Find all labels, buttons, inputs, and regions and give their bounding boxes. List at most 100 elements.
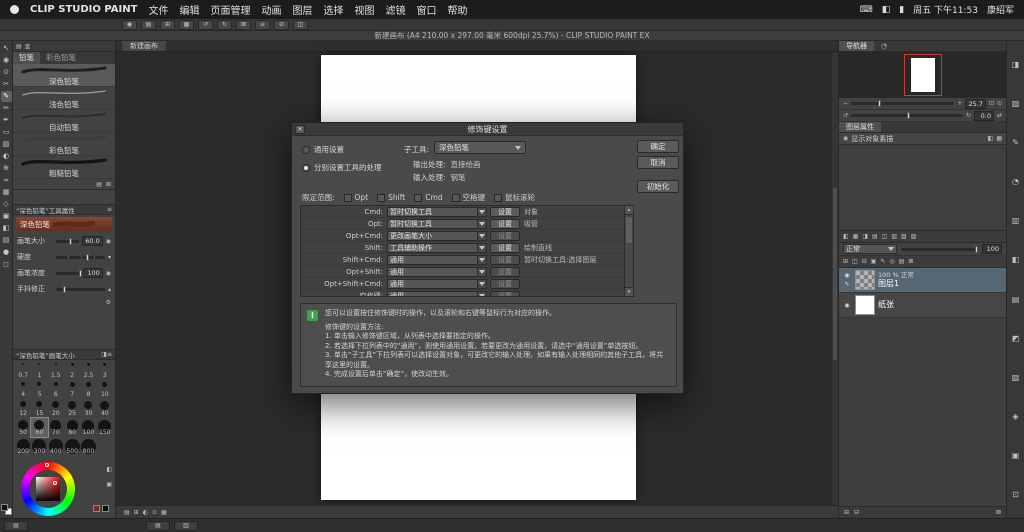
wrench-icon[interactable]: ⚙ (106, 298, 111, 307)
menu-select[interactable]: 选择 (323, 2, 343, 17)
layer-lock-icon[interactable]: ▥ (891, 232, 897, 241)
scope-cmd[interactable]: Cmd (414, 193, 442, 202)
action-select[interactable]: 通用 (387, 267, 487, 277)
timeline-tab-icon[interactable]: ▤ (146, 521, 170, 531)
pen-tool-icon[interactable]: ✏ (1, 103, 12, 114)
correct-line-tool-icon[interactable]: ◻ (1, 259, 12, 270)
navigator-zoom-slider[interactable] (851, 102, 954, 105)
new-layer-icon[interactable]: ⊞ (843, 257, 848, 266)
tab-pencil[interactable]: 铅笔 (13, 52, 40, 64)
menu-page[interactable]: 页面管理 (210, 2, 250, 17)
zoom-tool-icon[interactable]: ⊙ (1, 67, 12, 78)
blend-tool-icon[interactable]: ⊕ (1, 163, 12, 174)
brush-size-item[interactable]: 400 (48, 437, 64, 456)
rotate-left-icon[interactable]: ↺ (843, 111, 848, 120)
display-icon[interactable]: ◧ (882, 5, 891, 15)
open-icon[interactable]: ⊞ (160, 20, 175, 30)
scope-opt[interactable]: Opt (344, 193, 369, 202)
tab-subview-icon[interactable]: ◔ (874, 41, 894, 51)
opacity-slider[interactable] (901, 248, 978, 251)
fill-tool-icon[interactable]: ▦ (1, 187, 12, 198)
brush-size-item-selected[interactable]: 60 (31, 418, 47, 437)
fit-to-window-icon[interactable]: ⊡ (989, 99, 994, 108)
zoom-in-icon[interactable]: + (957, 99, 962, 108)
menu-edit[interactable]: 编辑 (179, 2, 199, 17)
brush-size-item[interactable]: 30 (80, 399, 96, 418)
brush-size-item[interactable]: 5 (31, 380, 47, 399)
action-select[interactable]: 通用 (387, 291, 487, 298)
layer-thumbnail[interactable] (855, 270, 875, 290)
edit-layer-icon[interactable]: ✎ (880, 257, 885, 266)
visibility-icon[interactable]: ◉ (844, 302, 849, 309)
dock-swatch-icon[interactable]: ▥ (1012, 216, 1020, 225)
tab-layer-property[interactable]: 图层属性 (839, 122, 881, 132)
action-select[interactable]: 暂时切换工具 (387, 207, 487, 217)
dock-layer-icon[interactable]: ◩ (1012, 334, 1020, 343)
flip-horizontal-icon[interactable]: ⇄ (997, 111, 1002, 120)
dock-timeline-icon[interactable]: ⊡ (1012, 490, 1019, 499)
navigator-zoom-value[interactable]: 25.7 (965, 99, 985, 109)
brush-size-item[interactable]: 70 (48, 418, 64, 437)
sv-cursor[interactable] (53, 481, 57, 485)
reset-button[interactable]: 初始化 (637, 180, 679, 193)
close-icon[interactable]: × (295, 125, 305, 134)
subtool-item-rough-pencil[interactable]: 粗糙铅笔 (13, 156, 115, 179)
ruler-layer-icon[interactable]: ▤ (899, 257, 905, 266)
gradient-tool-icon[interactable]: ◇ (1, 199, 12, 210)
panel-menu-icon[interactable]: ≡ (107, 205, 112, 214)
current-color-swatch[interactable] (93, 505, 100, 512)
brush-size-item[interactable]: 1.5 (48, 361, 64, 380)
brush-size-item[interactable]: 50 (15, 418, 31, 437)
layer-row-layer1[interactable]: ◉ ✎ 100 % 正常 图层1 (839, 268, 1006, 293)
layer-ref-icon[interactable]: ▤ (872, 232, 878, 241)
dialog-title-bar[interactable]: × 修饰键设置 (292, 123, 683, 136)
menu-layer[interactable]: 图层 (292, 2, 312, 17)
ok-button[interactable]: 确定 (637, 140, 679, 153)
brush-size-value[interactable]: 60.0 (82, 236, 102, 246)
dynamics-icon[interactable]: ◉ (106, 269, 111, 278)
density-value[interactable]: 100 (83, 268, 103, 278)
scroll-down-icon[interactable]: ▾ (625, 287, 633, 296)
subtool-select[interactable]: 深色铅笔 (434, 141, 526, 154)
hue-ring[interactable] (21, 462, 75, 516)
app-menu-title[interactable]: CLIP STUDIO PAINT (30, 4, 137, 15)
move-tool-icon[interactable]: ↖ (1, 43, 12, 54)
selection-tool-icon[interactable]: ✂ (1, 79, 12, 90)
tab-colored-pencil[interactable]: 彩色铅笔 (40, 52, 82, 64)
dynamics-icon[interactable]: ◉ (106, 237, 111, 246)
brush-size-item[interactable]: 12 (15, 399, 31, 418)
text-tool-icon[interactable]: ● (1, 247, 12, 258)
brush-size-item[interactable]: 150 (97, 418, 113, 437)
effect-eye-icon[interactable]: ◉ (843, 134, 848, 143)
frame-tool-icon[interactable]: ◧ (1, 223, 12, 234)
menu-animation[interactable]: 动画 (261, 2, 281, 17)
menubar-clock[interactable]: 周五 下午11:53 (913, 3, 978, 16)
dock-navigator-icon[interactable]: ◨ (1012, 60, 1020, 69)
brush-tool-icon[interactable]: ✒ (1, 115, 12, 126)
operation-tool-icon[interactable]: ◉ (1, 55, 12, 66)
sub-color-swatch[interactable] (102, 505, 109, 512)
info-tab-icon[interactable]: ▥ (174, 521, 198, 531)
footer-fold-icon[interactable]: ⊟ (854, 508, 859, 517)
menu-help[interactable]: 帮助 (447, 2, 467, 17)
status-select-icon[interactable]: ▤ (124, 508, 130, 517)
delete-layer-icon[interactable]: ⊠ (908, 257, 913, 266)
density-slider[interactable] (56, 272, 80, 275)
action-select[interactable]: 通用 (387, 279, 487, 289)
settings-button[interactable]: 设置 (490, 207, 520, 217)
radio-per-tool-settings[interactable]: 分别设置工具的处理 (302, 162, 382, 173)
deselect-icon[interactable]: ⊘ (274, 20, 289, 30)
menubar-user[interactable]: 康绍军 (987, 3, 1014, 16)
dock-history-icon[interactable]: ▤ (1012, 295, 1020, 304)
layer-name[interactable]: 纸张 (878, 300, 894, 310)
mask-layer-icon[interactable]: ◎ (889, 257, 894, 266)
effect-tone-icon[interactable]: ▦ (996, 134, 1002, 143)
effect-border-icon[interactable]: ◧ (988, 134, 994, 143)
figure-tool-icon[interactable]: ▣ (1, 211, 12, 222)
wheel-square-icon[interactable]: ▣ (106, 480, 112, 489)
blend-mode-select[interactable]: 正常 (843, 244, 897, 254)
table-scrollbar[interactable]: ▴ ▾ (624, 206, 633, 296)
brush-size-item[interactable]: 20 (48, 399, 64, 418)
scrollbar-thumb[interactable] (626, 217, 632, 243)
brush-size-item[interactable]: 300 (31, 437, 47, 456)
